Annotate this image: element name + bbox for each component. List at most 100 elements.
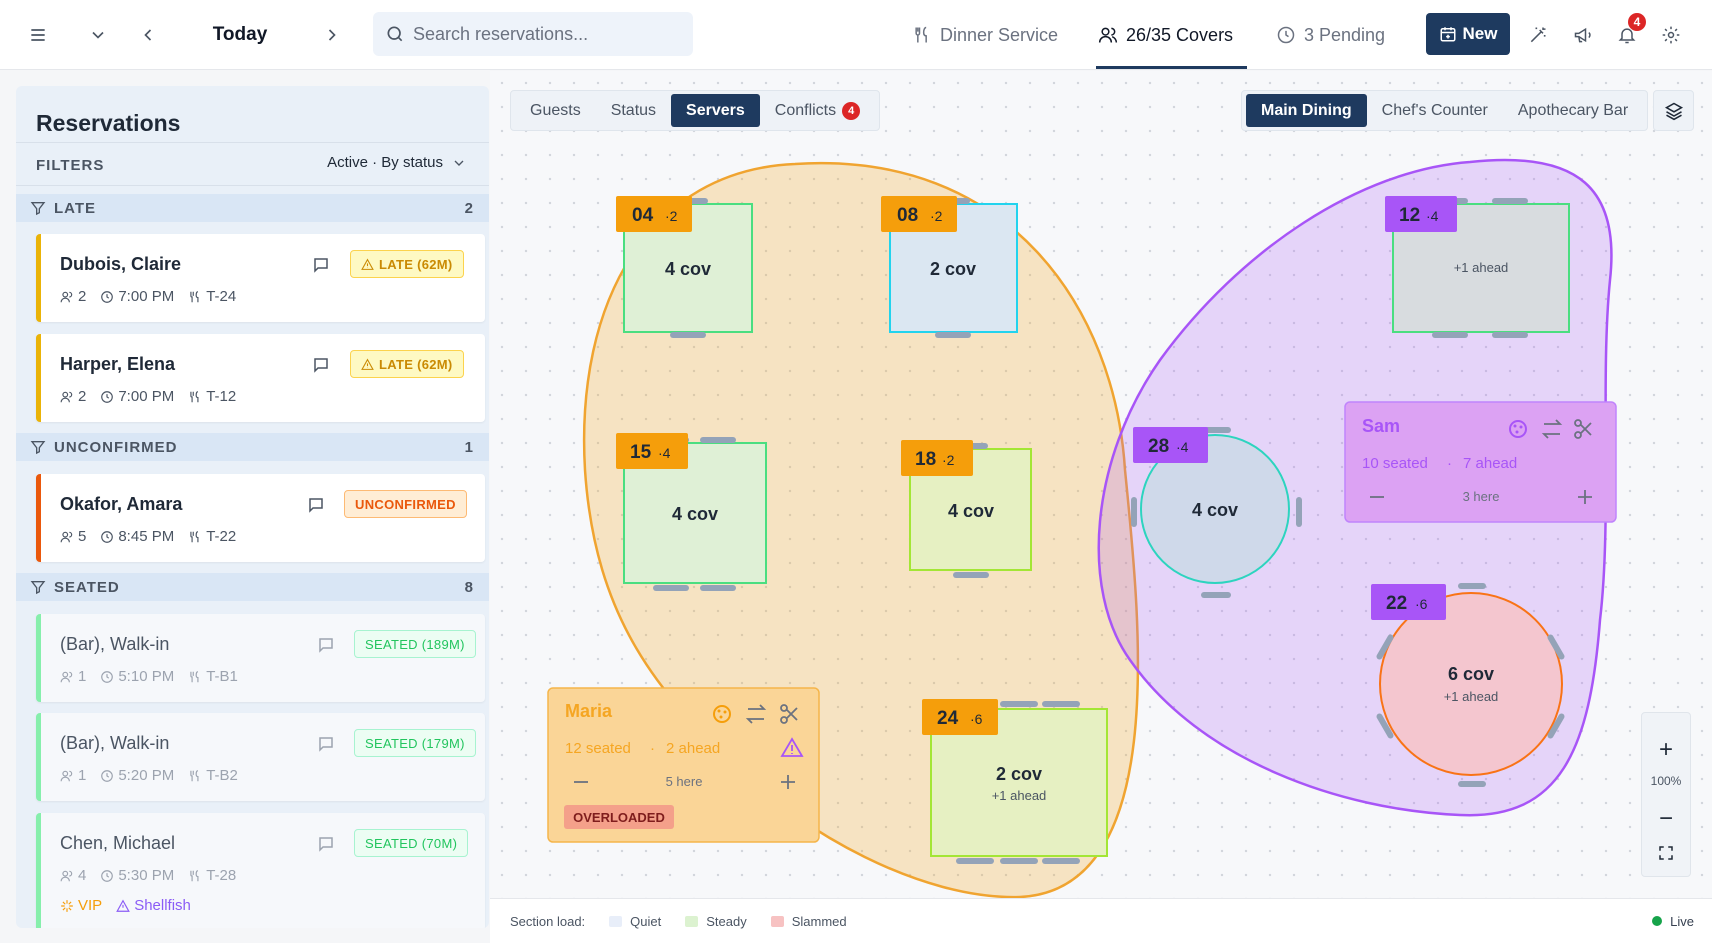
clock-icon: [101, 530, 114, 543]
server-here: 5 here: [666, 774, 703, 789]
table-seats: ·2: [942, 452, 955, 468]
server-seated: 10 seated: [1362, 455, 1428, 472]
table-number: 28: [1148, 436, 1169, 457]
zoom-out-button[interactable]: −: [1642, 804, 1690, 834]
search-input[interactable]: [413, 23, 683, 45]
table-note: +1 ahead: [992, 788, 1047, 803]
table-seats: ·6: [1415, 596, 1428, 612]
table-seats: ·6: [970, 711, 983, 727]
table-04[interactable]: 4 cov 04 ·2: [616, 196, 753, 338]
view-tabs: Guests Status Servers Conflicts 4: [510, 90, 881, 131]
new-reservation-button[interactable]: New: [1426, 13, 1510, 55]
room-chefs-counter[interactable]: Chef's Counter: [1367, 94, 1503, 127]
table-18[interactable]: 4 cov 18 ·2: [901, 440, 1032, 578]
menu-icon[interactable]: [24, 22, 52, 48]
reservation-card[interactable]: Harper, Elena 2 7:00 PM T-12 LATE (62M): [36, 334, 485, 422]
guest-name: (Bar), Walk-in: [60, 733, 170, 753]
reservations-panel: Reservations FILTERS Active · By status …: [16, 86, 489, 928]
zoom-in-button[interactable]: +: [1642, 735, 1690, 765]
message-icon[interactable]: [317, 636, 335, 654]
table-12[interactable]: +1 ahead 12 ·4: [1385, 196, 1570, 338]
chevron-down-icon[interactable]: [86, 22, 110, 48]
table-15[interactable]: 4 cov 15 ·4: [616, 433, 767, 591]
reservation-meta: 1 5:20 PM T-B2: [60, 767, 244, 784]
reservation-meta: 5 8:45 PM T-22: [60, 528, 242, 545]
status-badge: UNCONFIRMED: [344, 490, 467, 518]
utensils-icon: [190, 670, 199, 682]
room-main-dining[interactable]: Main Dining: [1246, 94, 1367, 127]
service-label: Dinner Service: [940, 24, 1059, 45]
status-badge: LATE (62M): [350, 250, 464, 278]
fit-screen-button[interactable]: [1642, 838, 1690, 868]
clock-icon: [101, 670, 114, 683]
vip-tag: VIP: [60, 897, 102, 914]
message-icon[interactable]: [317, 735, 335, 753]
message-icon[interactable]: [317, 835, 335, 853]
tab-conflicts[interactable]: Conflicts 4: [760, 94, 875, 127]
reservation-card[interactable]: Dubois, Claire 2 7:00 PM T-24 LATE (62M): [36, 234, 485, 322]
gear-icon[interactable]: [1659, 22, 1683, 48]
server-here: 3 here: [1463, 489, 1500, 504]
covers-tab[interactable]: 26/35 Covers: [1098, 20, 1233, 50]
message-icon[interactable]: [307, 496, 325, 514]
covers-label: 26/35 Covers: [1126, 24, 1234, 45]
server-ahead: 7 ahead: [1463, 455, 1517, 472]
pending-tab[interactable]: 3 Pending: [1276, 20, 1385, 50]
group-header-seated[interactable]: SEATED 8: [16, 573, 489, 601]
table-note: +1 ahead: [1444, 689, 1499, 704]
search-box: [373, 12, 693, 56]
guest-name: Chen, Michael: [60, 833, 176, 853]
message-icon[interactable]: [312, 256, 330, 274]
panel-title: Reservations: [36, 110, 181, 136]
utensils-icon: [915, 26, 927, 43]
magic-wand-icon[interactable]: [1526, 22, 1550, 48]
server-card-maria[interactable]: Maria 12 seated · 2 ahead 5 here OVERLOA…: [547, 687, 820, 843]
reservation-card[interactable]: Okafor, Amara 5 8:45 PM T-22 UNCONFIRMED: [36, 474, 485, 562]
sparkle-icon: [61, 899, 73, 912]
table-08[interactable]: 2 cov 08 ·2: [881, 196, 1018, 338]
utensils-icon: [190, 290, 199, 302]
table-24[interactable]: 2 cov +1 ahead 24 ·6: [922, 699, 1108, 864]
reservation-meta: 4 5:30 PM T-28: [60, 867, 242, 884]
reservation-card[interactable]: Chen, Michael 4 5:30 PM T-28 SEATED (70M…: [36, 813, 485, 928]
tab-guests[interactable]: Guests: [515, 94, 596, 127]
table-covers: 4 cov: [1192, 500, 1238, 520]
status-badge: SEATED (70M): [354, 829, 469, 857]
tab-status[interactable]: Status: [596, 94, 671, 127]
layers-icon: [1664, 102, 1683, 120]
reservation-meta: 2 7:00 PM T-24: [60, 288, 242, 305]
table-seats: ·2: [665, 208, 678, 224]
status-badge: LATE (62M): [350, 350, 464, 378]
prev-day-button[interactable]: [136, 22, 160, 48]
users-icon: [60, 391, 73, 402]
date-label[interactable]: Today: [205, 20, 275, 50]
clock-icon: [101, 869, 114, 882]
live-indicator: Live: [1652, 914, 1694, 929]
users-icon: [60, 531, 73, 542]
next-day-button[interactable]: [320, 22, 344, 48]
server-ahead: 2 ahead: [666, 740, 720, 757]
room-apothecary-bar[interactable]: Apothecary Bar: [1503, 94, 1643, 127]
filter-icon: [30, 202, 46, 216]
table-seats: ·4: [1176, 439, 1189, 455]
calendar-plus-icon: [1440, 27, 1456, 42]
reservation-card[interactable]: (Bar), Walk-in 1 5:20 PM T-B2 SEATED (17…: [36, 713, 485, 801]
service-selector[interactable]: Dinner Service: [912, 20, 1058, 50]
server-card-sam[interactable]: Sam 10 seated · 7 ahead 3 here: [1344, 401, 1617, 523]
reservation-card[interactable]: (Bar), Walk-in 1 5:10 PM T-B1 SEATED (18…: [36, 614, 485, 702]
utensils-icon: [190, 769, 199, 781]
users-icon: [60, 291, 73, 302]
layers-button[interactable]: [1653, 90, 1694, 131]
table-covers: 2 cov: [930, 259, 976, 279]
server-name: Maria: [565, 701, 613, 721]
group-header-late[interactable]: LATE 2: [16, 194, 489, 222]
megaphone-icon[interactable]: [1571, 22, 1595, 48]
server-separator: ·: [1447, 455, 1452, 472]
filter-dropdown[interactable]: Active · By status: [327, 154, 467, 171]
message-icon[interactable]: [312, 356, 330, 374]
tab-servers[interactable]: Servers: [671, 94, 760, 127]
guest-tags: VIP Shellfish: [60, 897, 191, 914]
guest-name: Harper, Elena: [60, 354, 176, 374]
group-header-unconfirmed[interactable]: UNCONFIRMED 1: [16, 433, 489, 461]
table-covers: 6 cov: [1448, 664, 1494, 684]
